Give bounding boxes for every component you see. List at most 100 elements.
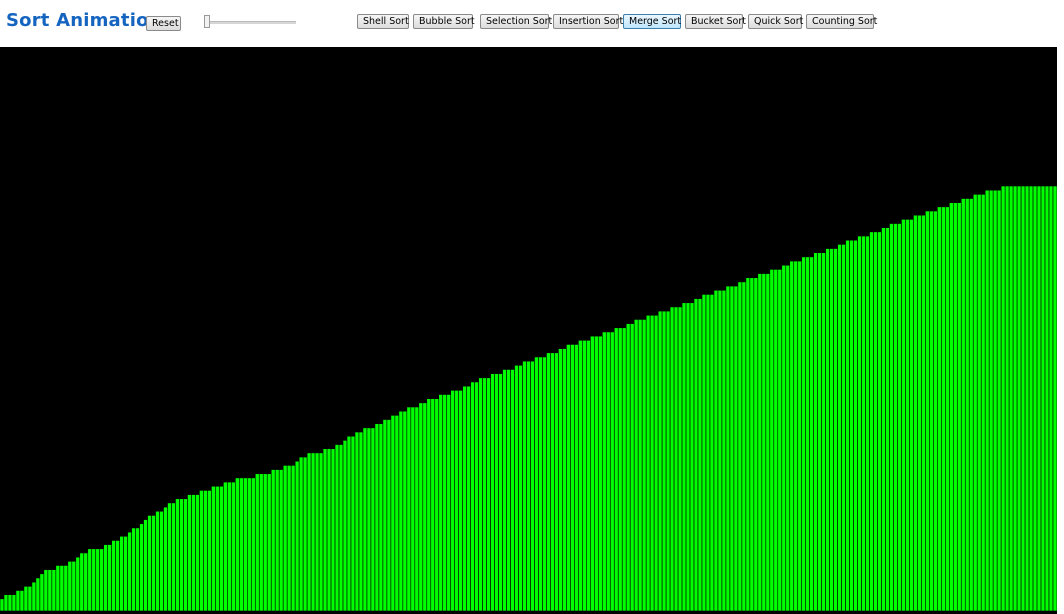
bar	[785, 264, 791, 612]
bar	[1012, 185, 1018, 612]
bar	[123, 535, 128, 612]
counting-sort-button[interactable]: Counting Sort	[806, 14, 877, 29]
bar	[949, 202, 954, 612]
bar	[59, 565, 65, 612]
bar	[31, 581, 37, 612]
bar	[845, 239, 850, 612]
bar	[601, 331, 607, 612]
speed-slider[interactable]	[204, 14, 296, 30]
bar	[75, 556, 81, 612]
bar	[546, 352, 551, 612]
shell-sort-button[interactable]: Shell Sort	[357, 14, 409, 29]
bar	[1024, 185, 1030, 612]
bar	[342, 440, 348, 612]
bar	[633, 319, 639, 612]
insertion-sort-button[interactable]: Insertion Sort	[553, 14, 623, 29]
bar	[179, 498, 184, 612]
bar	[350, 435, 356, 612]
merge-sort-button[interactable]: Merge Sort	[623, 14, 681, 29]
bar	[450, 390, 456, 612]
bar	[306, 452, 312, 612]
bar	[980, 194, 986, 612]
bar	[701, 294, 707, 612]
bar	[502, 369, 507, 612]
bar	[410, 406, 416, 612]
bar	[382, 419, 388, 612]
bar	[745, 277, 751, 612]
bar	[298, 456, 304, 612]
bar	[570, 344, 575, 612]
bar	[530, 360, 535, 612]
bar	[566, 344, 571, 612]
bar	[474, 381, 479, 612]
bar	[482, 377, 487, 612]
bar	[191, 494, 196, 612]
quick-sort-button[interactable]: Quick Sort	[748, 14, 803, 29]
bar	[314, 452, 320, 612]
bar	[929, 210, 934, 612]
bar	[717, 289, 723, 612]
bar	[813, 252, 818, 612]
bar	[617, 327, 623, 612]
bar	[155, 510, 160, 612]
bar	[466, 385, 471, 612]
bar	[79, 552, 85, 612]
bar	[665, 310, 671, 612]
bar	[885, 227, 890, 612]
bar	[905, 219, 910, 612]
bucket-sort-button[interactable]: Bucket Sort	[685, 14, 746, 29]
bar	[972, 194, 978, 612]
bar	[294, 460, 300, 612]
bar	[809, 256, 814, 612]
bar	[195, 494, 200, 612]
bar	[833, 248, 838, 612]
bar	[685, 302, 691, 612]
bar	[430, 398, 436, 612]
bar	[913, 214, 918, 612]
bar	[988, 189, 994, 612]
bar	[203, 490, 208, 612]
bar	[370, 427, 376, 612]
bar	[801, 256, 807, 612]
bar	[917, 214, 922, 612]
bar	[526, 360, 531, 612]
slider-thumb[interactable]	[204, 15, 210, 28]
bar	[223, 481, 228, 612]
bar	[310, 452, 316, 612]
bar	[921, 214, 926, 612]
bar	[578, 339, 583, 612]
bar	[354, 431, 360, 612]
bar	[478, 377, 483, 612]
bar	[518, 365, 523, 612]
bar	[286, 465, 292, 612]
bar	[27, 586, 33, 612]
bar	[1044, 185, 1050, 612]
bar	[258, 473, 264, 612]
bar	[582, 339, 587, 612]
bar	[394, 415, 400, 612]
bar	[925, 210, 930, 612]
bar	[386, 419, 392, 612]
bar	[47, 569, 53, 612]
bar	[865, 235, 870, 612]
bar	[63, 565, 69, 612]
bar	[1032, 185, 1038, 612]
bar	[937, 206, 942, 612]
bar	[175, 498, 180, 612]
bar	[769, 269, 775, 612]
bar	[729, 285, 735, 612]
reset-button[interactable]: Reset	[146, 16, 181, 31]
bar	[514, 365, 519, 612]
bar	[590, 335, 595, 612]
bar	[976, 194, 982, 612]
bar	[837, 244, 842, 612]
bar	[3, 594, 9, 612]
bar	[95, 548, 101, 612]
bar	[490, 373, 495, 612]
selection-sort-button[interactable]: Selection Sort	[480, 14, 552, 29]
bubble-sort-button[interactable]: Bubble Sort	[413, 14, 475, 29]
bar	[418, 402, 424, 612]
bar	[398, 410, 404, 612]
bar	[705, 294, 711, 612]
bar	[805, 256, 811, 612]
